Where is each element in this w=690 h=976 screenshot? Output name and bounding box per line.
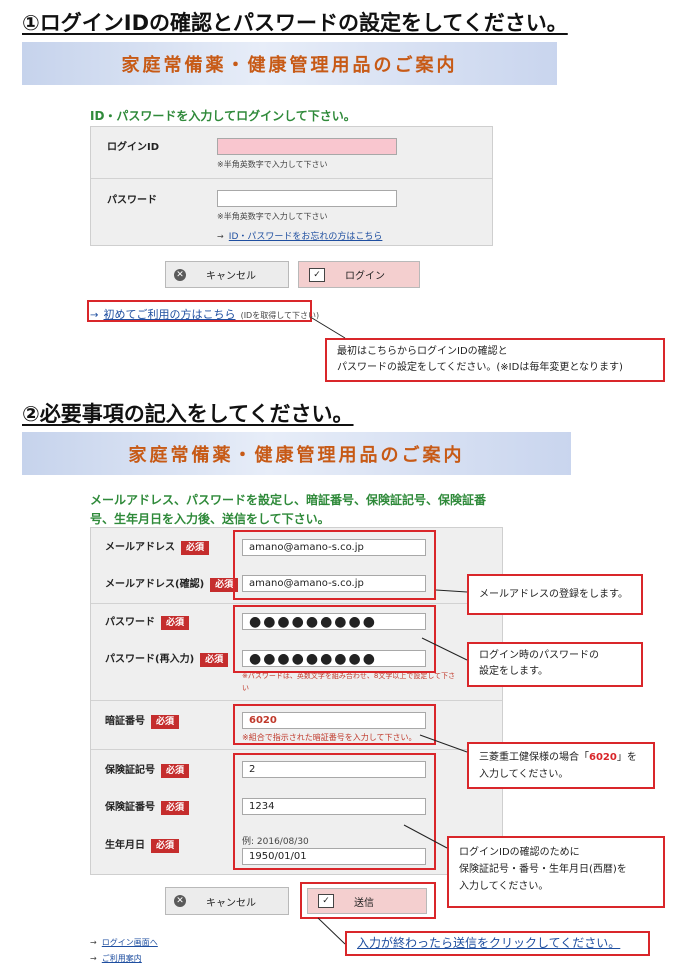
insurance-symbol-label: 保険証記号 必須	[105, 761, 190, 778]
arrow-icon: →	[90, 310, 99, 321]
close-icon: ✕	[174, 268, 186, 281]
callout-line: 三菱重工健保様の場合「6020」を	[479, 749, 643, 766]
instruction-line: メールアドレス、パスワードを設定し、暗証番号、保険証記号、保険証番	[90, 493, 487, 507]
insurance-callout: ログインIDの確認のために 保険証記号・番号・生年月日(西暦)を 入力してくださ…	[447, 836, 665, 908]
first-time-link[interactable]: 初めてご利用の方はこちら	[103, 308, 235, 321]
email-confirm-label: メールアドレス(確認) 必須	[105, 575, 239, 592]
login-label: ログイン	[345, 271, 385, 282]
close-icon: ✕	[174, 895, 186, 907]
step1-instruction: ID・パスワードを入力してログインして下さい。	[90, 109, 356, 123]
password-label: パスワード	[107, 195, 157, 206]
label-text: 保険証記号	[105, 765, 155, 776]
email-highlight	[233, 530, 436, 600]
required-badge: 必須	[161, 764, 190, 778]
step1-title: ①ログインIDの確認とパスワードの設定をしてください。	[22, 11, 568, 35]
label-text: 生年月日	[105, 840, 145, 851]
password-confirm-label: パスワード(再入力) 必須	[105, 650, 229, 667]
required-badge: 必須	[161, 616, 190, 630]
password-input[interactable]	[217, 190, 397, 207]
password-note: ※半角英数字で入力して下さい	[217, 212, 328, 221]
form-divider	[91, 603, 502, 604]
send-highlight	[300, 882, 436, 919]
password-label: パスワード 必須	[105, 613, 190, 630]
login-id-input[interactable]	[217, 138, 397, 155]
pin-code: 6020	[589, 752, 617, 763]
callout-line: 設定をします。	[479, 666, 548, 677]
cancel-label: キャンセル	[206, 897, 256, 909]
label-text: 暗証番号	[105, 716, 145, 727]
callout-line: 保険証記号・番号・生年月日(西暦)を	[459, 864, 627, 875]
arrow-icon: →	[90, 954, 97, 963]
insurance-highlight	[233, 753, 436, 870]
email-label: メールアドレス 必須	[105, 538, 210, 555]
nav-row: → ご利用案内	[90, 946, 142, 965]
pin-label: 暗証番号 必須	[105, 712, 180, 729]
label-text: メールアドレス	[105, 542, 175, 553]
callout-line: ログインIDの確認のために	[459, 847, 580, 858]
step2-instruction: メールアドレス、パスワードを設定し、暗証番号、保険証記号、保険証番 号、生年月日…	[90, 491, 486, 529]
forgot-password-link[interactable]: ID・パスワードをお忘れの方はこちら	[229, 232, 383, 242]
login-id-label: ログインID	[107, 142, 160, 153]
callout-text: 」を	[616, 752, 637, 763]
first-time-row: → 初めてご利用の方はこちら (IDを取得して下さい)	[90, 303, 319, 322]
step2-banner: 家庭常備薬・健康管理用品のご案内	[22, 432, 571, 475]
callout-line: 入力してください。	[479, 769, 569, 780]
forgot-row: → ID・パスワードをお忘れの方はこちら	[217, 224, 382, 243]
required-badge: 必須	[181, 541, 210, 555]
email-callout: メールアドレスの登録をします。	[467, 574, 643, 615]
login-button[interactable]: ✓ ログイン	[298, 261, 420, 288]
password-callout: ログイン時のパスワードの 設定をします。	[467, 642, 643, 687]
callout-line: ログイン時のパスワードの	[479, 650, 599, 661]
form-divider	[91, 178, 492, 179]
banner-text: 家庭常備薬・健康管理用品のご案内	[128, 444, 465, 466]
password-highlight	[233, 605, 436, 673]
pin-callout: 三菱重工健保様の場合「6020」を 入力してください。	[467, 742, 655, 789]
connector-line	[317, 917, 346, 945]
insurance-number-label: 保険証番号 必須	[105, 798, 190, 815]
send-callout: 入力が終わったら送信をクリックしてください。	[345, 931, 650, 956]
usage-guide-link[interactable]: ご利用案内	[102, 954, 142, 963]
check-icon: ✓	[309, 267, 325, 282]
callout-line: パスワードの設定をしてください。(※IDは毎年変更となります)	[337, 362, 623, 373]
pin-highlight	[233, 704, 436, 745]
step1-banner: 家庭常備薬・健康管理用品のご案内	[22, 42, 557, 85]
label-text: パスワード(再入力)	[105, 654, 195, 665]
required-badge: 必須	[200, 653, 229, 667]
required-badge: 必須	[151, 839, 180, 853]
password-note: い	[242, 684, 249, 692]
cancel-label: キャンセル	[206, 271, 256, 282]
step1-callout: 最初はこちらからログインIDの確認と パスワードの設定をしてください。(※IDは…	[325, 338, 665, 382]
required-badge: 必須	[151, 715, 180, 729]
callout-line: 入力してください。	[459, 881, 549, 892]
birthday-label: 生年月日 必須	[105, 836, 180, 853]
step2-title: ②必要事項の記入をしてください。	[22, 402, 354, 426]
cancel-button[interactable]: ✕ キャンセル	[165, 261, 289, 288]
cancel-button[interactable]: ✕ キャンセル	[165, 887, 289, 915]
required-badge: 必須	[161, 801, 190, 815]
banner-text: 家庭常備薬・健康管理用品のご案内	[121, 54, 458, 76]
login-id-note: ※半角英数字で入力して下さい	[217, 160, 328, 169]
callout-text: 三菱重工健保様の場合「	[479, 752, 589, 763]
label-text: パスワード	[105, 617, 155, 628]
callout-text: 入力が終わったら送信をクリックしてください。	[357, 936, 621, 950]
first-time-note: (IDを取得して下さい)	[240, 311, 320, 320]
form-divider	[91, 749, 502, 750]
label-text: メールアドレス(確認)	[105, 579, 205, 590]
callout-line: 最初はこちらからログインIDの確認と	[337, 346, 508, 357]
callout-text: メールアドレスの登録をします。	[479, 589, 628, 600]
arrow-icon: →	[217, 232, 224, 241]
label-text: 保険証番号	[105, 802, 155, 813]
form-divider	[91, 700, 502, 701]
